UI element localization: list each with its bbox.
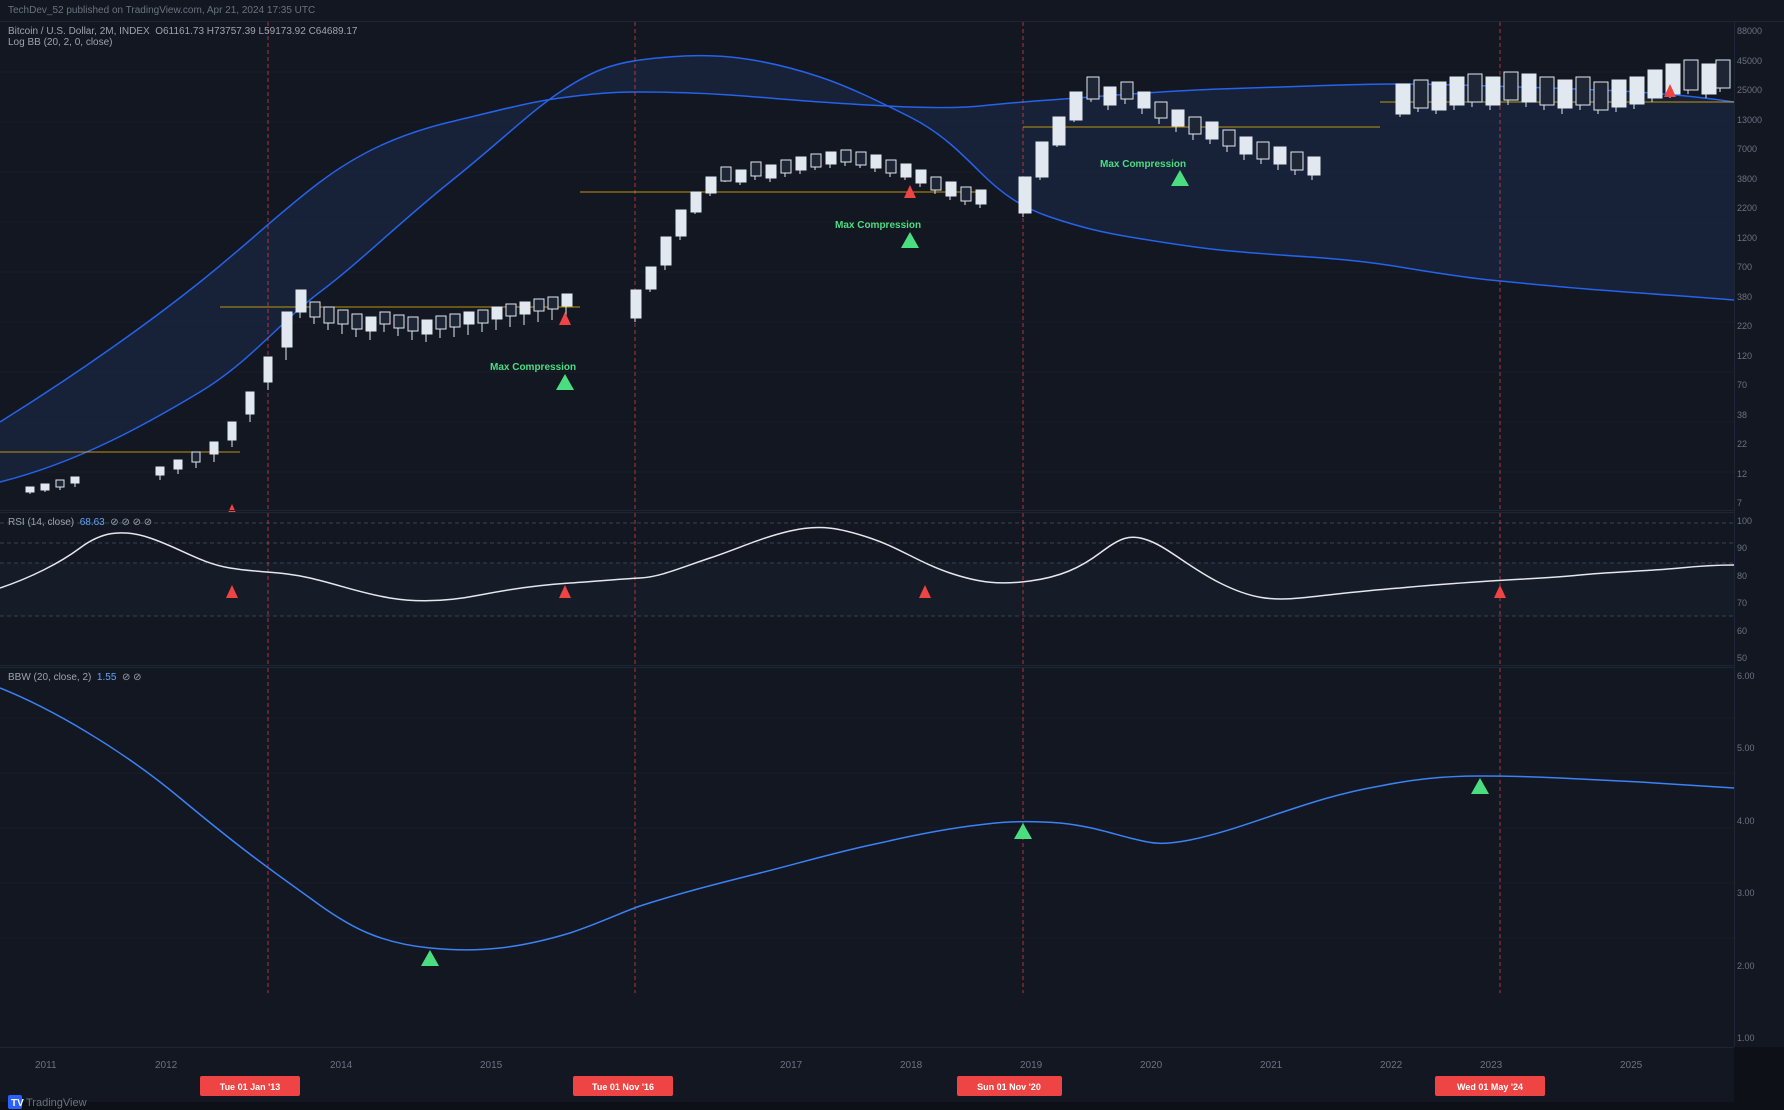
svg-text:2017: 2017 [780, 1060, 803, 1071]
svg-text:2021: 2021 [1260, 1060, 1283, 1071]
date-axis-svg: 2011 2012 2014 2015 2017 2018 2019 2020 … [0, 1048, 1734, 1102]
svg-text:2019: 2019 [1020, 1060, 1043, 1071]
candles-2013-2014-bull [282, 290, 572, 360]
y-axis-bbw: 6.00 5.00 4.00 3.00 2.00 1.00 [1734, 667, 1784, 1047]
compression-triangle-2016 [556, 374, 574, 390]
svg-text:Tue 01 Jan '13: Tue 01 Jan '13 [220, 1082, 281, 1092]
rsi-panel: RSI (14, close) 68.63 ⊘ ⊘ ⊘ ⊘ [0, 512, 1734, 667]
rsi-panel-label: RSI (14, close) 68.63 ⊘ ⊘ ⊘ ⊘ [8, 517, 152, 528]
y-axis-rsi: 100 90 80 70 60 50 [1734, 512, 1784, 667]
chart-header: TechDev_52 published on TradingView.com,… [0, 0, 1784, 22]
main-chart-panel: Bitcoin / U.S. Dollar, 2M, INDEX O61161.… [0, 22, 1734, 512]
max-compression-label-2: Max Compression [835, 220, 921, 231]
svg-text:2012: 2012 [155, 1060, 178, 1071]
date-marker-jan2013: Tue 01 Jan '13 [200, 1076, 300, 1096]
candles-2011 [26, 477, 79, 494]
svg-text:Sun 01 Nov '20: Sun 01 Nov '20 [977, 1082, 1041, 1092]
svg-text:2018: 2018 [900, 1060, 923, 1071]
svg-text:2015: 2015 [480, 1060, 503, 1071]
svg-text:2023: 2023 [1480, 1060, 1503, 1071]
date-marker-nov2020: Sun 01 Nov '20 [957, 1076, 1062, 1096]
arrow-up-2016 [559, 312, 571, 325]
candles-2016-2017 [631, 150, 986, 322]
main-chart-svg: Max Compression Max Compression Max Comp… [0, 22, 1734, 512]
publisher-info: TechDev_52 published on TradingView.com,… [8, 5, 315, 16]
svg-text:TradingView: TradingView [26, 1097, 87, 1109]
bbw-panel: BBW (20, close, 2) 1.55 ⊘ ⊘ [0, 667, 1734, 1047]
date-marker-may2024: Wed 01 May '24 [1435, 1076, 1545, 1096]
divider-rsi-bbw [0, 665, 1734, 666]
bbw-panel-label: BBW (20, close, 2) 1.55 ⊘ ⊘ [8, 672, 141, 683]
divider-main-rsi [0, 510, 1734, 511]
rsi-chart-svg [0, 513, 1734, 667]
compression-triangle-2020 [901, 232, 919, 248]
svg-text:2014: 2014 [330, 1060, 353, 1071]
date-marker-nov2016: Tue 01 Nov '16 [573, 1076, 673, 1096]
chart-container: TechDev_52 published on TradingView.com,… [0, 0, 1784, 1102]
svg-text:2011: 2011 [35, 1060, 57, 1071]
svg-text:TV: TV [11, 1098, 24, 1109]
bbw-chart-svg [0, 668, 1734, 993]
svg-text:2022: 2022 [1380, 1060, 1403, 1071]
svg-text:Tue 01 Nov '16: Tue 01 Nov '16 [592, 1082, 654, 1092]
svg-text:2025: 2025 [1620, 1060, 1643, 1071]
max-compression-label-1: Max Compression [490, 362, 576, 373]
y-axis-main: 88000 45000 25000 13000 7000 3800 2200 1… [1734, 22, 1784, 512]
main-chart-label: Bitcoin / U.S. Dollar, 2M, INDEX O61161.… [8, 26, 358, 48]
svg-text:Wed 01 May '24: Wed 01 May '24 [1457, 1082, 1523, 1092]
max-compression-label-3: Max Compression [1100, 159, 1186, 170]
svg-text:2020: 2020 [1140, 1060, 1163, 1071]
